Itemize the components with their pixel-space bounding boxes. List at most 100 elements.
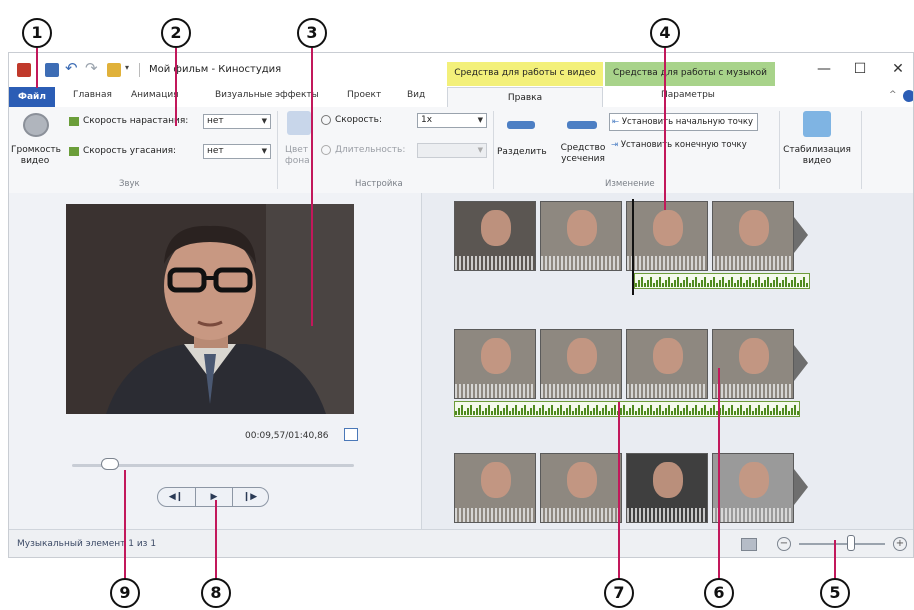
clip-strip[interactable] bbox=[454, 201, 814, 273]
undo-icon[interactable]: ↶ bbox=[65, 59, 78, 77]
waveform-bar bbox=[482, 411, 484, 415]
tab-animation[interactable]: Анимация bbox=[131, 90, 179, 100]
set-start-point-button[interactable]: ⇤ Установить начальную точку bbox=[609, 113, 759, 131]
waveform-bar bbox=[569, 405, 571, 415]
waveform-bar bbox=[689, 283, 691, 287]
tab-visual-effects[interactable]: Визуальные эффекты bbox=[215, 90, 319, 100]
zoom-slider-track[interactable] bbox=[799, 543, 885, 545]
next-frame-icon[interactable]: ❙▶ bbox=[232, 488, 268, 506]
duration-select[interactable]: ▼ bbox=[417, 143, 487, 158]
film-app-icon[interactable] bbox=[17, 63, 31, 77]
waveform-bar bbox=[809, 280, 810, 287]
collapse-ribbon-icon[interactable]: ^ bbox=[889, 90, 897, 100]
waveform-bar bbox=[740, 277, 742, 287]
clip-strip[interactable] bbox=[454, 329, 814, 401]
thumbnail-waveform bbox=[713, 256, 793, 270]
status-bar: Музыкальный элемент 1 из 1 − + bbox=[9, 529, 913, 557]
waveform-bar bbox=[602, 408, 604, 415]
fade-out-select[interactable]: нет ▼ bbox=[203, 144, 271, 159]
speaker-icon[interactable] bbox=[23, 113, 49, 137]
clip-strip[interactable] bbox=[454, 453, 814, 525]
waveform-bar bbox=[746, 280, 748, 287]
previous-frame-icon[interactable]: ◀❙ bbox=[158, 488, 194, 506]
waveform-bar bbox=[788, 411, 790, 415]
waveform-bar bbox=[455, 411, 457, 415]
leader-line bbox=[664, 48, 666, 210]
save-icon[interactable] bbox=[45, 63, 59, 77]
waveform-bar bbox=[776, 277, 778, 287]
duration-label: Длительность: bbox=[335, 145, 406, 155]
fullscreen-icon[interactable] bbox=[344, 428, 358, 441]
speed-select[interactable]: 1x ▼ bbox=[417, 113, 487, 128]
clip-frame[interactable] bbox=[712, 201, 794, 271]
waveform-bar bbox=[725, 283, 727, 287]
waveform-bar bbox=[488, 405, 490, 415]
customize-quick-access-icon[interactable] bbox=[107, 63, 121, 77]
clip-frame[interactable] bbox=[626, 453, 708, 523]
zoom-out-icon[interactable]: − bbox=[777, 537, 791, 551]
trim-tool-button[interactable]: Средство усечения bbox=[559, 143, 607, 165]
clip-frame[interactable] bbox=[454, 201, 536, 271]
zoom-in-icon[interactable]: + bbox=[893, 537, 907, 551]
waveform-bar bbox=[554, 411, 556, 415]
callout-9: 9 bbox=[110, 578, 140, 608]
set-end-point-button[interactable]: ⇥ Установить конечную точку bbox=[609, 137, 751, 153]
video-volume-button[interactable]: Громкость видео bbox=[11, 145, 61, 167]
dropdown-icon[interactable]: ▾ bbox=[125, 63, 129, 72]
paint-bucket-icon[interactable] bbox=[287, 111, 311, 135]
clip-frame[interactable] bbox=[626, 329, 708, 399]
waveform-bar bbox=[635, 283, 637, 287]
stabilization-button[interactable]: Стабилизация видео bbox=[783, 145, 851, 167]
waveform-bar bbox=[572, 411, 574, 415]
help-icon[interactable] bbox=[903, 90, 913, 102]
maximize-button[interactable]: ☐ bbox=[845, 59, 875, 79]
seek-slider-thumb[interactable] bbox=[101, 458, 120, 470]
waveform-bar bbox=[665, 280, 667, 287]
waveform-bar bbox=[551, 405, 553, 415]
waveform-bar bbox=[470, 405, 472, 415]
waveform-bar bbox=[782, 408, 784, 415]
waveform-bar bbox=[566, 408, 568, 415]
waveform-bar bbox=[749, 277, 751, 287]
leader-line bbox=[215, 500, 217, 580]
split-button[interactable]: Разделить bbox=[497, 147, 547, 157]
clip-frame[interactable] bbox=[540, 201, 622, 271]
thumbnail-waveform bbox=[541, 384, 621, 398]
waveform-bar bbox=[650, 405, 652, 415]
waveform-bar bbox=[701, 408, 703, 415]
tab-view[interactable]: Вид bbox=[407, 90, 425, 100]
clip-frame[interactable] bbox=[712, 453, 794, 523]
thumbnail-size-icon[interactable] bbox=[741, 538, 757, 551]
close-button[interactable]: ✕ bbox=[883, 59, 913, 79]
clip-frame[interactable] bbox=[454, 453, 536, 523]
waveform-bar bbox=[629, 408, 631, 415]
clip-frame[interactable] bbox=[712, 329, 794, 399]
waveform-bar bbox=[608, 411, 610, 415]
timecode: 00:09,57/01:40,86 bbox=[245, 431, 329, 441]
zoom-slider-thumb[interactable] bbox=[846, 535, 855, 551]
thumbnail-face bbox=[567, 338, 597, 374]
waveform-bar bbox=[707, 411, 709, 415]
trim-icon[interactable] bbox=[567, 121, 597, 129]
redo-icon[interactable]: ↷ bbox=[85, 59, 98, 77]
tab-options[interactable]: Параметры bbox=[661, 90, 715, 100]
clip-frame[interactable] bbox=[626, 201, 708, 271]
tab-project[interactable]: Проект bbox=[347, 90, 381, 100]
fade-in-select[interactable]: нет ▼ bbox=[203, 114, 271, 129]
tab-file[interactable]: Файл bbox=[9, 87, 55, 107]
clip-frame[interactable] bbox=[540, 329, 622, 399]
play-icon[interactable]: ▶ bbox=[195, 488, 233, 506]
clip-frame[interactable] bbox=[540, 453, 622, 523]
stabilization-icon[interactable] bbox=[803, 111, 831, 137]
clip-frame[interactable] bbox=[454, 329, 536, 399]
split-icon[interactable] bbox=[507, 121, 535, 129]
tab-edit[interactable]: Правка bbox=[447, 87, 603, 108]
leader-line bbox=[36, 48, 38, 88]
music-track[interactable] bbox=[454, 401, 800, 417]
tab-home[interactable]: Главная bbox=[73, 90, 112, 100]
minimize-button[interactable]: — bbox=[809, 59, 839, 79]
waveform-bar bbox=[770, 283, 772, 287]
waveform-bar bbox=[620, 408, 622, 415]
music-track[interactable] bbox=[634, 273, 810, 289]
leader-line bbox=[311, 48, 313, 326]
